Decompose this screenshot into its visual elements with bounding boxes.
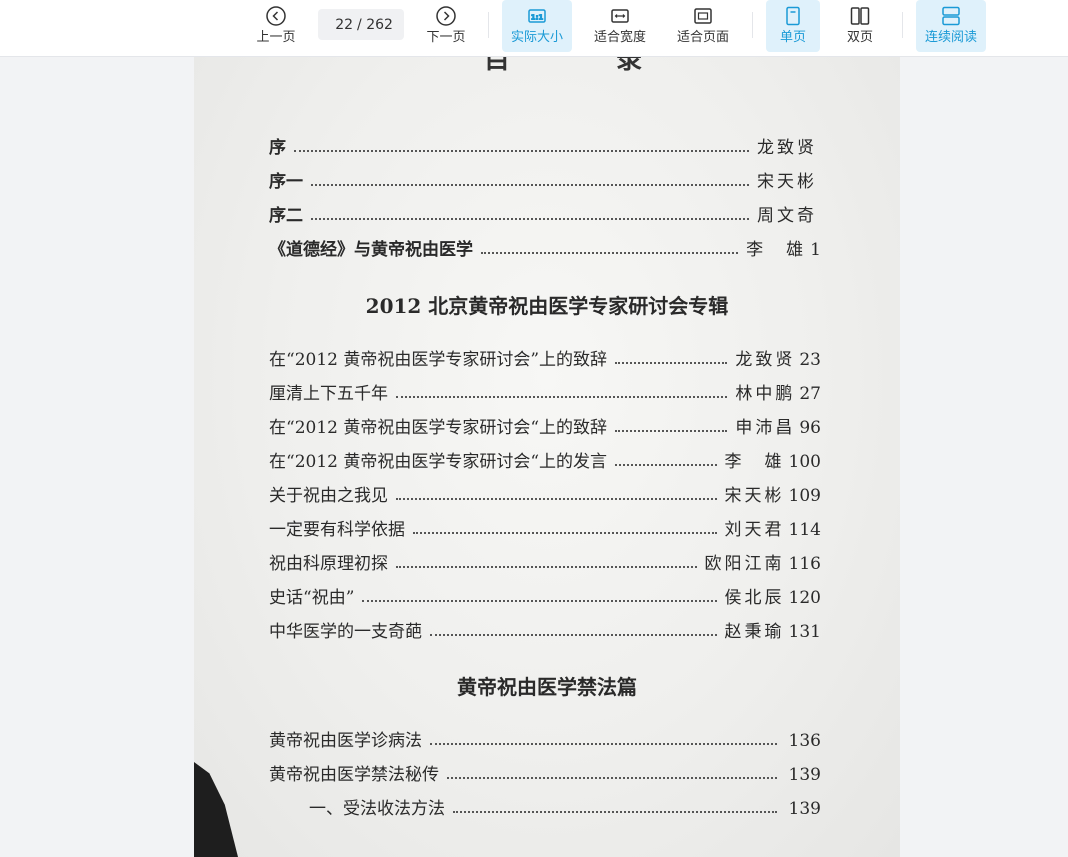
section-heading: 黄帝祝由医学禁法篇 bbox=[457, 675, 637, 699]
next-page-label: 下一页 bbox=[426, 30, 466, 45]
double-page-label: 双页 bbox=[846, 30, 873, 45]
actual-size-label: 实际大小 bbox=[510, 30, 563, 45]
chevron-left-circle-icon bbox=[266, 6, 286, 26]
toc-title: 目 录 bbox=[484, 57, 683, 75]
toc-entry: 史话“祝由” 侯北辰 120 bbox=[269, 588, 821, 608]
current-page-input[interactable] bbox=[329, 16, 354, 33]
fit-page-icon bbox=[694, 8, 712, 24]
total-pages: / 262 bbox=[357, 16, 393, 33]
toc-entry: 《道德经》与黄帝祝由医学 李 雄1 bbox=[269, 240, 821, 260]
actual-size-icon: 1:1 bbox=[528, 9, 546, 23]
single-page-button[interactable]: 单页 bbox=[766, 0, 820, 52]
actual-size-button[interactable]: 1:1 实际大小 bbox=[502, 0, 572, 52]
document-viewport[interactable]: 目 录 序 龙致贤 序一 宋天彬 序二 周文奇 《道德经》与黄帝祝由医学 李 雄… bbox=[0, 57, 1068, 857]
prev-page-label: 上一页 bbox=[256, 30, 296, 45]
continuous-scroll-icon bbox=[942, 6, 960, 26]
toolbar-divider bbox=[752, 12, 753, 38]
toc-entry: 序二 周文奇 bbox=[269, 206, 817, 226]
double-page-icon bbox=[850, 7, 870, 25]
document-page: 目 录 序 龙致贤 序一 宋天彬 序二 周文奇 《道德经》与黄帝祝由医学 李 雄… bbox=[194, 57, 900, 857]
toc-entry: 在“2012 黄帝祝由医学专家研讨会”上的致辞 龙致贤 23 bbox=[269, 350, 821, 370]
svg-text:1:1: 1:1 bbox=[531, 14, 544, 22]
scan-shadow bbox=[194, 762, 238, 857]
toc-entry: 序一 宋天彬 bbox=[269, 172, 817, 192]
toc-entry: 黄帝祝由医学禁法秘传 139 bbox=[269, 765, 821, 785]
single-page-label: 单页 bbox=[779, 30, 806, 45]
page-indicator: / 262 bbox=[318, 9, 404, 40]
fit-page-button[interactable]: 适合页面 bbox=[668, 0, 738, 52]
single-page-icon bbox=[786, 6, 800, 26]
fit-width-icon bbox=[611, 9, 629, 23]
toc-entry: 在“2012 黄帝祝由医学专家研讨会“上的致辞 申沛昌 96 bbox=[269, 418, 821, 438]
viewer-toolbar: 上一页 / 262 下一页 1:1 实际大小 适合宽度 适合页面 单页 双页 连… bbox=[0, 0, 1068, 57]
chevron-right-circle-icon bbox=[436, 6, 456, 26]
next-page-button[interactable]: 下一页 bbox=[420, 0, 472, 52]
toc-entry: 一、受法收法方法 139 bbox=[309, 799, 821, 819]
toc-entry: 一定要有科学依据 刘天君 114 bbox=[269, 520, 821, 540]
toc-entry: 黄帝祝由医学诊病法 136 bbox=[269, 731, 821, 751]
prev-page-button[interactable]: 上一页 bbox=[250, 0, 302, 52]
fit-width-button[interactable]: 适合宽度 bbox=[585, 0, 655, 52]
toc-entry: 关于祝由之我见 宋天彬 109 bbox=[269, 486, 821, 506]
toc-entry: 序 龙致贤 bbox=[269, 138, 817, 158]
section-heading: 2012 北京黄帝祝由医学专家研讨会专辑 bbox=[365, 294, 729, 318]
toc-entry: 祝由科原理初探 欧阳江南 116 bbox=[269, 554, 821, 574]
toc-entry: 厘清上下五千年 林中鹏 27 bbox=[269, 384, 821, 404]
continuous-reading-label: 连续阅读 bbox=[924, 30, 977, 45]
fit-width-label: 适合宽度 bbox=[593, 30, 646, 45]
fit-page-label: 适合页面 bbox=[676, 30, 729, 45]
toolbar-divider bbox=[902, 12, 903, 38]
toc-entry: 在“2012 黄帝祝由医学专家研讨会“上的发言 李 雄 100 bbox=[269, 452, 821, 472]
continuous-reading-button[interactable]: 连续阅读 bbox=[916, 0, 986, 52]
toolbar-divider bbox=[488, 12, 489, 38]
double-page-button[interactable]: 双页 bbox=[833, 0, 887, 52]
toc-entry: 中华医学的一支奇葩 赵秉瑜 131 bbox=[269, 622, 821, 642]
